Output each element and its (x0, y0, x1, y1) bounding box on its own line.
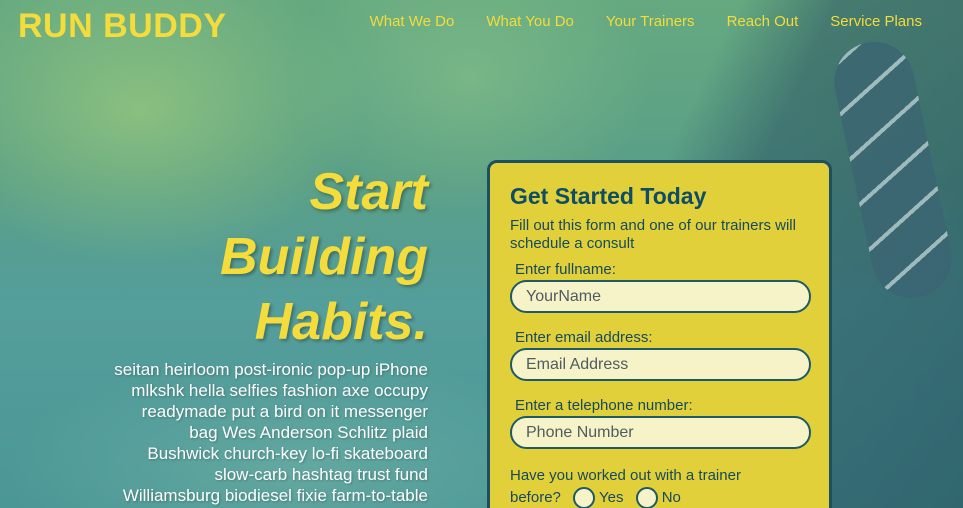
headline-line-3: Habits. (254, 293, 428, 351)
nav-reach-out[interactable]: Reach Out (727, 13, 799, 30)
no-radio[interactable] (635, 487, 658, 508)
fullname-input[interactable] (510, 280, 811, 313)
yes-label: Yes (599, 489, 624, 507)
logo[interactable]: RUN BUDDY (18, 7, 227, 46)
name-label: Enter fullname: (515, 261, 616, 278)
nav-your-trainers[interactable]: Your Trainers (606, 13, 695, 30)
nav-service-plans[interactable]: Service Plans (830, 13, 922, 30)
nav-what-you-do[interactable]: What You Do (486, 13, 574, 30)
form-subtitle: Fill out this form and one of our traine… (510, 217, 796, 252)
trainer-question-line-1: Have you worked out with a trainer (510, 467, 741, 484)
yes-radio[interactable] (573, 487, 596, 508)
email-input[interactable] (510, 348, 811, 381)
hero-body-text: seitan heirloom post-ironic pop-up iPhon… (114, 360, 428, 508)
hero-headline: Start Building Habits. (100, 160, 428, 355)
phone-input[interactable] (510, 416, 811, 449)
get-started-form: Get Started Today Fill out this form and… (487, 160, 832, 508)
site-header: RUN BUDDY What We Do What You Do Your Tr… (0, 0, 963, 50)
hero-section: Start Building Habits. seitan heirloom p… (100, 160, 428, 508)
trainer-question: Have you worked out with a trainer befor… (510, 465, 809, 508)
no-label: No (661, 489, 681, 507)
nav-what-we-do[interactable]: What We Do (370, 13, 455, 30)
form-title: Get Started Today (510, 183, 707, 209)
headline-line-1: Start (309, 163, 428, 221)
email-label: Enter email address: (515, 329, 653, 346)
main-nav: What We Do What You Do Your Trainers Rea… (370, 13, 963, 30)
phone-label: Enter a telephone number: (515, 397, 693, 414)
trainer-question-line-2: before? (510, 489, 561, 506)
headline-line-2: Building (220, 228, 428, 286)
